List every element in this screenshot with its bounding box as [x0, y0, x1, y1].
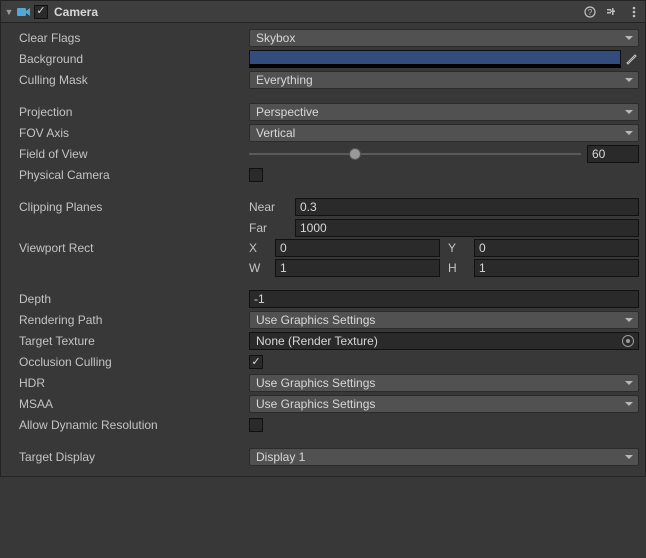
- msaa-dropdown[interactable]: Use Graphics Settings: [249, 395, 639, 413]
- eyedropper-icon[interactable]: [623, 50, 639, 68]
- viewport-y-label: Y: [448, 241, 470, 255]
- culling-mask-label: Culling Mask: [19, 73, 249, 87]
- field-of-view-label: Field of View: [19, 147, 249, 161]
- occlusion-culling-label: Occlusion Culling: [19, 355, 249, 369]
- fov-axis-label: FOV Axis: [19, 126, 249, 140]
- physical-camera-checkbox[interactable]: [249, 168, 263, 182]
- viewport-w-label: W: [249, 261, 271, 275]
- viewport-h-label: H: [448, 261, 470, 275]
- component-header: ▼ Camera ?: [1, 1, 645, 23]
- projection-label: Projection: [19, 105, 249, 119]
- allow-dynamic-resolution-label: Allow Dynamic Resolution: [19, 418, 249, 432]
- target-texture-field[interactable]: None (Render Texture): [249, 332, 639, 350]
- context-menu-icon[interactable]: [627, 5, 641, 19]
- viewport-x-label: X: [249, 241, 271, 255]
- hdr-label: HDR: [19, 376, 249, 390]
- occlusion-culling-checkbox[interactable]: [249, 355, 263, 369]
- enable-component-checkbox[interactable]: [34, 5, 48, 19]
- clear-flags-label: Clear Flags: [19, 31, 249, 45]
- physical-camera-label: Physical Camera: [19, 168, 249, 182]
- clip-near-input[interactable]: [295, 198, 639, 216]
- field-of-view-input[interactable]: [587, 145, 639, 163]
- depth-label: Depth: [19, 292, 249, 306]
- background-color-field[interactable]: [249, 50, 621, 68]
- expand-toggle-icon[interactable]: ▼: [3, 7, 15, 17]
- hdr-dropdown[interactable]: Use Graphics Settings: [249, 374, 639, 392]
- object-picker-icon[interactable]: [622, 335, 634, 347]
- allow-dynamic-resolution-checkbox[interactable]: [249, 418, 263, 432]
- rendering-path-dropdown[interactable]: Use Graphics Settings: [249, 311, 639, 329]
- target-display-label: Target Display: [19, 450, 249, 464]
- camera-icon: [16, 5, 32, 19]
- field-of-view-slider[interactable]: [249, 145, 581, 163]
- svg-text:?: ?: [588, 8, 593, 17]
- target-texture-value: None (Render Texture): [256, 334, 378, 348]
- fov-axis-dropdown[interactable]: Vertical: [249, 124, 639, 142]
- culling-mask-dropdown[interactable]: Everything: [249, 71, 639, 89]
- depth-input[interactable]: [249, 290, 639, 308]
- viewport-x-input[interactable]: [275, 239, 440, 257]
- preset-icon[interactable]: [605, 5, 619, 19]
- clear-flags-dropdown[interactable]: Skybox: [249, 29, 639, 47]
- viewport-h-input[interactable]: [474, 259, 639, 277]
- background-label: Background: [19, 52, 249, 66]
- slider-thumb[interactable]: [349, 148, 361, 160]
- clip-far-label: Far: [249, 221, 291, 235]
- projection-dropdown[interactable]: Perspective: [249, 103, 639, 121]
- target-texture-label: Target Texture: [19, 334, 249, 348]
- target-display-dropdown[interactable]: Display 1: [249, 448, 639, 466]
- msaa-label: MSAA: [19, 397, 249, 411]
- component-title: Camera: [54, 5, 583, 19]
- viewport-y-input[interactable]: [474, 239, 639, 257]
- help-icon[interactable]: ?: [583, 5, 597, 19]
- component-body: Clear Flags Skybox Background Culling Ma…: [1, 23, 645, 476]
- viewport-w-input[interactable]: [275, 259, 440, 277]
- viewport-rect-label: Viewport Rect: [19, 239, 249, 255]
- clip-far-input[interactable]: [295, 219, 639, 237]
- clipping-planes-label: Clipping Planes: [19, 200, 249, 214]
- rendering-path-label: Rendering Path: [19, 313, 249, 327]
- clip-near-label: Near: [249, 200, 291, 214]
